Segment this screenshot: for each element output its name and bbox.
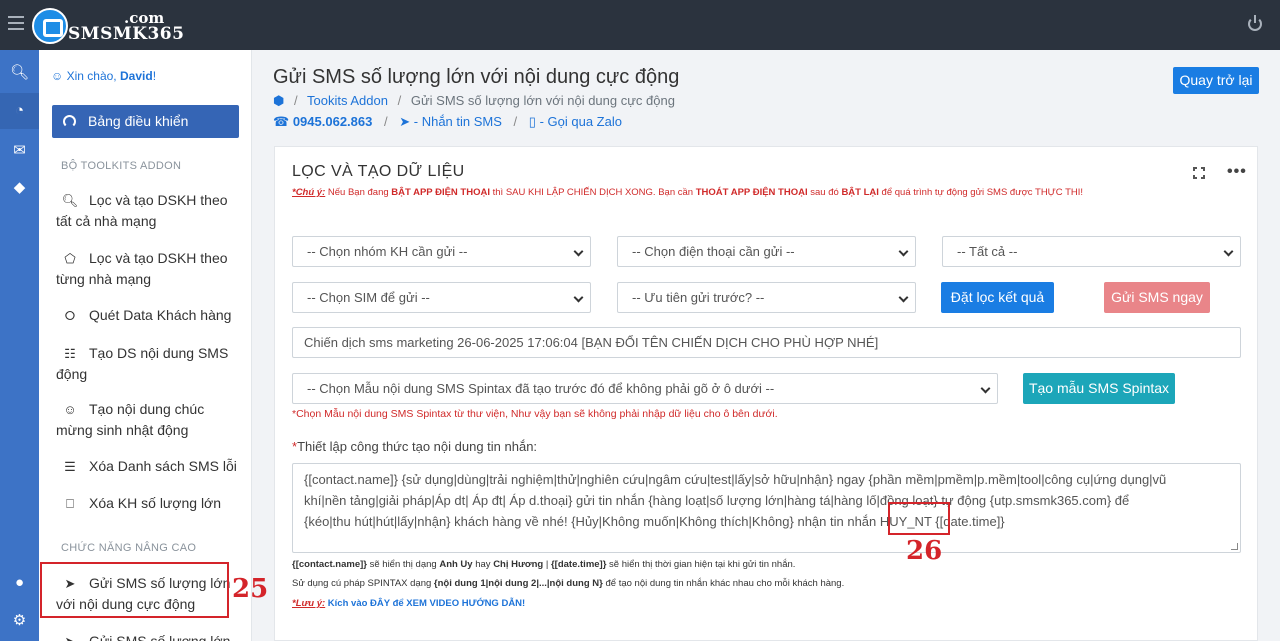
sidebar-item-label: Gửi SMS số lượng lớn [89,633,231,641]
sidebar-item-dashboard[interactable]: Bảng điều khiển [52,105,239,138]
chevron-down-icon [980,383,991,394]
filter-button[interactable]: Đặt lọc kết quả [941,282,1054,313]
paper-plane-icon: ➤ [399,114,411,129]
greeting: ☺︎ Xin chào, David! [51,69,156,83]
menu-toggle-icon[interactable] [8,16,24,30]
power-icon[interactable] [1248,15,1262,31]
user-icon[interactable]: ● [0,565,39,601]
tachometer-icon [63,115,76,128]
more-icon[interactable]: ••• [1227,163,1247,181]
breadcrumb-toolkits[interactable]: Tookits Addon [307,93,388,108]
card-title: LỌC VÀ TẠO DỮ LIỆU [292,163,465,180]
all-select[interactable]: -- Tất cả -- [942,236,1241,267]
sidebar-item-bulk-sms[interactable]: ➤ Gửi SMS số lượng lớn [56,631,241,641]
sms-link[interactable]: - Nhắn tin SMS [414,114,502,129]
sidebar-item-dynamic-sms[interactable]: ☷ Tạo DS nội dung SMS động [56,343,241,385]
back-button[interactable]: Quay trở lại [1173,67,1259,94]
sim-select[interactable]: -- Chọn SIM để gửi -- [292,282,591,313]
help-line-3: *Lưu ý: Kích vào ĐÂY để XEM VIDEO HƯỚNG … [292,598,526,609]
diamond-icon[interactable]: ◆ [0,170,39,206]
create-spintax-button[interactable]: Tạo mẫu SMS Spintax [1023,373,1175,404]
expand-icon[interactable] [1193,167,1205,179]
sidebar-item-filter-carrier[interactable]: ⬠ Lọc và tạo DSKH theo từng nhà mạng [56,248,241,290]
message-formula-textarea[interactable]: {[contact.name]} {sử dụng|dùng|trải nghi… [292,463,1241,553]
sidebar-item-label: Lọc và tạo DSKH theo tất cả nhà mạng [56,192,228,229]
mobile-icon: ▯ [528,114,536,129]
icon-rail: 🔍︎ ◔ ✉︎ ◆ ● ⚙︎ [0,50,39,641]
video-guide-link[interactable]: Kích vào ĐÂY để XEM VIDEO HƯỚNG DẪN! [325,598,525,609]
zalo-link[interactable]: - Gọi qua Zalo [540,114,622,129]
contact-links: ☎︎ 0945.062.863 / ➤ - Nhắn tin SMS / ▯ -… [273,114,622,129]
formula-label: *Thiết lập công thức tạo nội dung tin nh… [292,439,538,454]
formula-line-2: khí|nền tảng|giải pháp|Áp dt| Áp đt| Áp … [304,493,1130,508]
comments-icon: ☷ [64,346,76,361]
top-navbar: .com SMSMK365 [0,0,1280,50]
breadcrumb-current: Gửi SMS số lượng lớn với nội dung cực độ… [410,93,675,108]
phone-icon: ☎︎ [273,114,290,129]
warning-note: *Chú ý: Nếu Bạn đang BẬT APP ĐIỆN THOẠI … [292,187,1084,198]
resize-grip-icon[interactable] [1231,543,1238,550]
search-icon: 🔍︎ [61,193,79,208]
sidebar-item-label: Tạo nội dung chúc mừng sinh nhật động [56,401,205,438]
chevron-down-icon [898,246,909,257]
tag-icon: ⬠ [64,251,76,266]
sidebar-item-label: Xóa KH số lượng lớn [89,495,222,511]
share-icon: ⭘ [64,308,76,323]
sidebar-item-label: Bảng điều khiển [88,113,189,129]
section-title-toolkits: BỘ TOOLKITS ADDON [61,160,182,172]
sidebar-item-label: Lọc và tạo DSKH theo từng nhà mạng [56,250,228,287]
gear-icon[interactable]: ⚙︎ [0,603,39,639]
dashboard-icon[interactable]: ◔ [0,93,39,129]
customer-group-select[interactable]: -- Chọn nhóm KH cần gửi -- [292,236,591,267]
template-hint: *Chọn Mẫu nội dung SMS Spintax từ thư vi… [292,408,778,420]
greeting-suffix: ! [152,69,157,83]
help-line-2: Sử dụng cú pháp SPINTAX dạng {nội dung 1… [292,578,845,589]
formula-line-3: {kéo|thu hút|hút|lấy|nhận} khách hàng về… [304,514,1005,529]
breadcrumb: ⬢ / Tookits Addon / Gửi SMS số lượng lớn… [273,93,675,108]
chevron-down-icon [898,292,909,303]
sidebar-item-label: Quét Data Khách hàng [89,307,232,323]
sidebar-item-birthday[interactable]: ☺︎ Tạo nội dung chúc mừng sinh nhật động [56,399,241,441]
campaign-name-input[interactable]: Chiến dịch sms marketing 26-06-2025 17:0… [292,327,1241,358]
sidebar-item-delete-errors[interactable]: ☰ Xóa Danh sách SMS lỗi [56,456,241,477]
greeting-user[interactable]: David [120,69,153,83]
page-title: Gửi SMS số lượng lớn với nội dung cực độ… [273,66,680,88]
chevron-down-icon [1223,246,1234,257]
phone-select[interactable]: -- Chọn điện thoại cần gửi -- [617,236,916,267]
sidebar-item-scan-data[interactable]: ⭘ Quét Data Khách hàng [56,305,241,326]
callout-number-25: 25 [232,574,269,604]
formula-line-1: {[contact.name]} {sử dụng|dùng|trải nghi… [304,472,1167,487]
sidebar-item-label: Tạo DS nội dung SMS động [56,345,229,382]
smile-icon: ☺︎ [51,69,64,83]
callout-number-26: 26 [906,536,943,566]
callout-box-25 [40,562,229,618]
send-icon: ➤ [61,631,79,641]
greeting-prefix: Xin chào, [66,69,117,83]
phone-number[interactable]: 0945.062.863 [293,114,373,129]
sidebar-item-delete-bulk[interactable]: ⎕ Xóa KH số lượng lớn [56,493,241,514]
sidebar: ☺︎ Xin chào, David! Bảng điều khiển BỘ T… [39,50,252,641]
priority-select[interactable]: -- Ưu tiên gửi trước? -- [617,282,916,313]
brand-logo[interactable]: .com SMSMK365 [32,6,184,44]
filter-card: LỌC VÀ TẠO DỮ LIỆU ••• *Chú ý: Nếu Bạn đ… [274,146,1258,641]
section-title-advanced: CHỨC NĂNG NÂNG CAO [61,542,197,554]
logo-name: SMSMK365 [68,24,185,44]
cube-icon: ⬢ [273,93,285,108]
callout-box-26 [888,502,950,535]
trash-icon: ⎕ [66,496,74,511]
logo-mark-icon [32,8,68,44]
user-icon: ☺︎ [63,402,77,417]
sidebar-item-label: Xóa Danh sách SMS lỗi [89,458,237,474]
list-icon: ☰ [64,459,76,474]
send-sms-button[interactable]: Gửi SMS ngay [1104,282,1210,313]
envelope-icon[interactable]: ✉︎ [0,133,39,169]
help-line-1: {[contact.name]} sẽ hiển thị dạng Anh Uy… [292,559,796,570]
sidebar-item-filter-all[interactable]: 🔍︎ Lọc và tạo DSKH theo tất cả nhà mạng [56,190,241,232]
search-icon[interactable]: 🔍︎ [0,55,39,91]
spintax-template-select[interactable]: -- Chọn Mẫu nội dung SMS Spintax đã tạo … [292,373,998,404]
chevron-down-icon [573,246,584,257]
chevron-down-icon [573,292,584,303]
